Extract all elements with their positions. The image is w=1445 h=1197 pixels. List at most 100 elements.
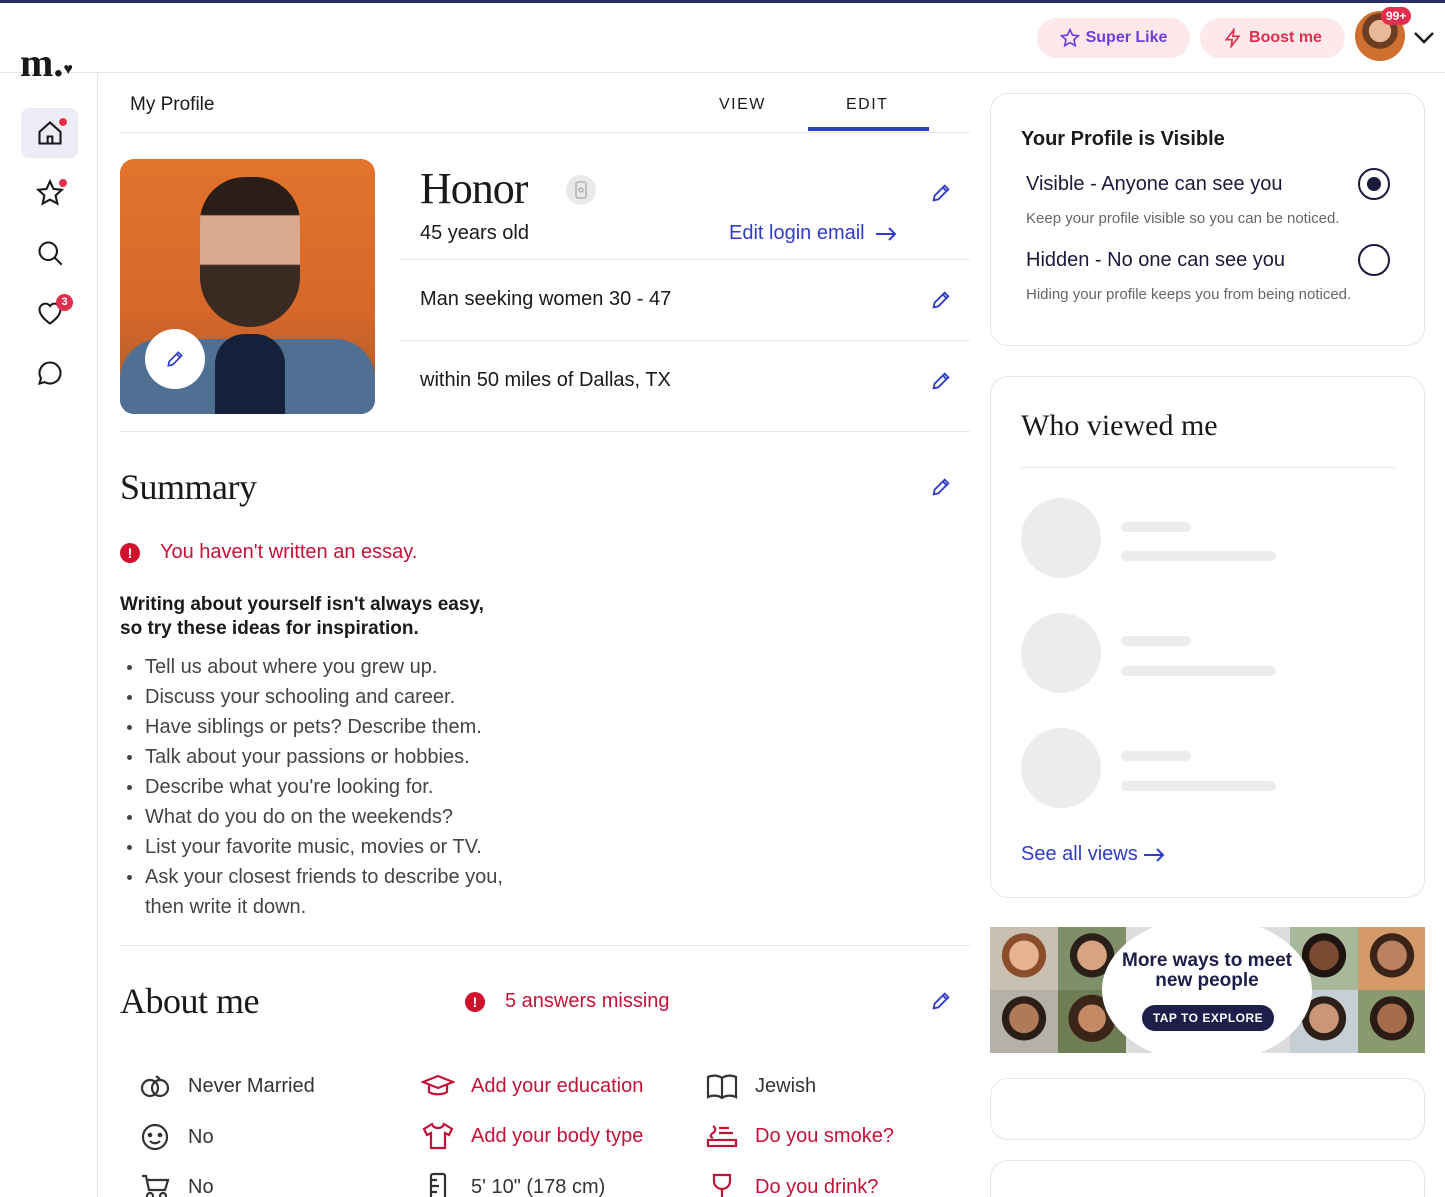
shirt-icon [422, 1122, 454, 1150]
divider [1021, 467, 1395, 468]
edit-summary-pencil-icon[interactable] [930, 476, 952, 498]
star-icon [1059, 28, 1080, 48]
viewer-placeholder-line [1121, 636, 1191, 646]
list-item: Describe what you're looking for. [127, 772, 545, 802]
promo-photo [1358, 990, 1425, 1053]
promo-photo [990, 927, 1058, 990]
viewer-placeholder-line [1121, 751, 1191, 761]
edit-about-pencil-icon[interactable] [930, 990, 952, 1012]
favorites-notification-dot [58, 178, 68, 188]
sidebar-nav: 3 [0, 73, 98, 1197]
lightning-icon [1224, 28, 1241, 48]
notification-badge: 99+ [1381, 7, 1412, 25]
active-tab-indicator [808, 127, 929, 131]
hidden-radio[interactable] [1358, 244, 1390, 276]
profile-name: Honor [420, 164, 528, 213]
profile-visibility-card: Your Profile is Visible Visible - Anyone… [990, 93, 1425, 346]
who-viewed-me-card: Who viewed me See all views [990, 376, 1425, 898]
baby-face-icon [141, 1123, 169, 1151]
divider [400, 259, 970, 260]
attr-wants-kids[interactable]: No [138, 1172, 214, 1197]
visible-option-label[interactable]: Visible - Anyone can see you [1026, 173, 1282, 196]
attr-religion[interactable]: Jewish [705, 1072, 816, 1100]
edit-seeking-pencil-icon[interactable] [930, 289, 952, 311]
top-header: m.♥ Super Like Boost me 99+ [0, 3, 1445, 83]
seeking-preference: Man seeking women 30 - 47 [420, 288, 672, 310]
attr-has-kids[interactable]: No [138, 1122, 214, 1152]
viewer-placeholder-avatar [1021, 498, 1101, 578]
alert-icon: ! [120, 542, 140, 563]
profile-age: 45 years old [420, 222, 529, 244]
tap-to-explore-button[interactable]: TAP TO EXPLORE [1142, 1005, 1274, 1031]
attr-education[interactable]: Add your education [421, 1072, 643, 1100]
edit-name-pencil-icon[interactable] [930, 182, 952, 204]
boost-me-button[interactable]: Boost me [1200, 18, 1345, 58]
edit-photo-button[interactable] [145, 329, 205, 389]
placeholder-card [990, 1160, 1425, 1197]
who-viewed-title: Who viewed me [1021, 409, 1218, 442]
list-item: Ask your closest friends to describe you… [127, 862, 545, 922]
see-all-views-link[interactable]: See all views [1021, 843, 1165, 866]
ruler-icon [429, 1172, 447, 1197]
smoke-icon [706, 1125, 738, 1148]
profile-tabs: My Profile VIEW EDIT [120, 73, 970, 133]
sidebar-item-search[interactable] [21, 228, 78, 278]
list-item: Talk about your passions or hobbies. [127, 742, 545, 772]
answers-missing-warning: ! 5 answers missing [465, 990, 670, 1013]
attr-marital-status[interactable]: Never Married [138, 1072, 315, 1100]
viewer-placeholder-line [1121, 551, 1276, 561]
arrow-right-icon [875, 226, 897, 241]
pencil-icon [167, 351, 183, 367]
chat-bubble-icon [37, 361, 61, 385]
super-like-button[interactable]: Super Like [1037, 18, 1190, 58]
list-item: What do you do on the weekends? [127, 802, 545, 832]
graduation-cap-icon [421, 1074, 455, 1096]
search-icon [37, 241, 62, 266]
visible-radio[interactable] [1358, 168, 1390, 200]
sidebar-item-likes[interactable]: 3 [21, 288, 78, 338]
tab-edit[interactable]: EDIT [846, 96, 888, 114]
list-item: Discuss your schooling and career. [127, 682, 545, 712]
tab-view[interactable]: VIEW [719, 96, 766, 114]
edit-login-email-link[interactable]: Edit login email [729, 222, 897, 245]
alert-icon: ! [465, 991, 485, 1012]
promo-photo [990, 990, 1058, 1053]
promo-headline: More ways to meet new people [1122, 950, 1292, 991]
sidebar-item-messages[interactable] [21, 348, 78, 398]
edit-location-pencil-icon[interactable] [930, 370, 952, 392]
hidden-option-label[interactable]: Hidden - No one can see you [1026, 249, 1285, 272]
rings-icon [140, 1075, 170, 1098]
location-preference: within 50 miles of Dallas, TX [420, 369, 671, 391]
viewer-placeholder-avatar [1021, 728, 1101, 808]
home-notification-dot [58, 117, 68, 127]
likes-count-badge: 3 [56, 294, 73, 311]
list-item: List your favorite music, movies or TV. [127, 832, 545, 862]
divider [120, 431, 970, 432]
chevron-down-icon[interactable] [1413, 31, 1435, 45]
essay-warning: ! You haven't written an essay. [120, 541, 417, 564]
arrow-right-icon [1143, 847, 1165, 862]
sidebar-item-home[interactable] [21, 108, 78, 158]
attr-drinking[interactable]: Do you drink? [705, 1172, 878, 1197]
attr-smoking[interactable]: Do you smoke? [705, 1122, 894, 1150]
hidden-help-text: Hiding your profile keeps you from being… [1026, 286, 1352, 303]
page-title: My Profile [130, 94, 215, 115]
visible-help-text: Keep your profile visible so you can be … [1026, 210, 1340, 227]
summary-heading: Summary [120, 467, 257, 507]
sidebar-item-favorites[interactable] [21, 168, 78, 218]
attr-body-type[interactable]: Add your body type [421, 1122, 643, 1150]
viewer-placeholder-line [1121, 781, 1276, 791]
book-icon [706, 1074, 738, 1100]
attr-height[interactable]: 5' 10" (178 cm) [421, 1172, 605, 1197]
explore-promo-banner[interactable]: More ways to meet new people TAP TO EXPL… [990, 927, 1425, 1053]
inspiration-heading: Writing about yourself isn't always easy… [120, 594, 484, 639]
list-item: Have siblings or pets? Describe them. [127, 712, 545, 742]
list-item: Tell us about where you grew up. [127, 652, 545, 682]
viewer-placeholder-avatar [1021, 613, 1101, 693]
wine-glass-icon [712, 1173, 732, 1197]
viewer-placeholder-line [1121, 666, 1276, 676]
placeholder-card [990, 1078, 1425, 1140]
divider [120, 945, 970, 946]
verify-phone-icon[interactable] [566, 175, 596, 205]
divider [400, 340, 970, 341]
